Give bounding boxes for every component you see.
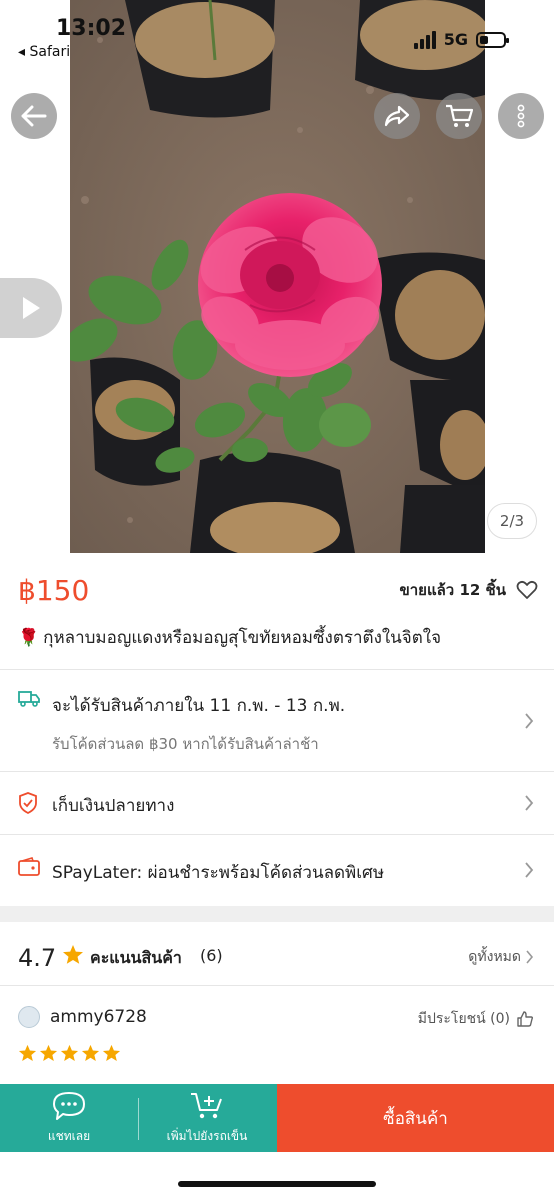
rose-emoji: 🌹: [18, 628, 40, 648]
heart-icon[interactable]: [516, 580, 538, 600]
rose-image: [70, 0, 485, 553]
shield-icon: [19, 792, 37, 814]
paylater-text: SPayLater: ผ่อนชำระพร้อมโค้ดส่วนลดพิเศษ: [52, 863, 385, 883]
late-delivery-voucher: รับโค้ดส่วนลด ฿30 หากได้รับสินค้าล่าช้า: [52, 735, 319, 753]
chat-label: แชทเลย: [47, 1129, 91, 1143]
cod-row[interactable]: เก็บเงินปลายทาง: [0, 772, 554, 834]
cod-text: เก็บเงินปลายทาง: [52, 796, 175, 816]
rating-count: (6): [200, 946, 223, 965]
divider: [0, 985, 554, 986]
network-type: 5G: [443, 30, 468, 49]
star-icon: [39, 1044, 58, 1061]
add-cart-icon: [191, 1093, 222, 1119]
see-all-label: ดูทั้งหมด: [468, 949, 521, 965]
product-title-text: กุหลาบมอญแดงหรือมอญสุโขทัยหอมซึ้งตราตึงใ…: [43, 628, 442, 648]
image-counter: 2/3: [487, 503, 537, 539]
star-icon: [63, 945, 83, 964]
star-icon: [18, 1044, 37, 1061]
cart-icon: [446, 104, 473, 127]
price-row: ฿150 ขายแล้ว 12 ชิ้น: [18, 572, 538, 608]
signal-icon: [413, 30, 436, 49]
more-button[interactable]: [498, 93, 544, 139]
back-button[interactable]: [11, 93, 57, 139]
section-separator: [0, 906, 554, 922]
helpful-button[interactable]: มีประโยชน์ (0): [418, 1008, 534, 1030]
share-button[interactable]: [374, 93, 420, 139]
home-area: [0, 1152, 554, 1200]
secondary-actions: แชทเลย เพิ่มไปยังรถเข็น: [0, 1084, 277, 1152]
chat-icon: [53, 1092, 85, 1120]
add-to-cart-label: เพิ่มไปยังรถเข็น: [166, 1129, 248, 1143]
avatar: [18, 1006, 40, 1028]
star-icon: [60, 1044, 79, 1061]
play-video-button[interactable]: [0, 278, 62, 338]
paylater-row[interactable]: SPayLater: ผ่อนชำระพร้อมโค้ดส่วนลดพิเศษ: [0, 835, 554, 905]
bottom-action-bar: แชทเลย เพิ่มไปยังรถเข็น ซื้อสินค้า: [0, 1084, 554, 1152]
star-icon: [81, 1044, 100, 1061]
home-indicator[interactable]: [178, 1181, 376, 1187]
chevron-right-icon: [525, 795, 534, 811]
share-icon: [384, 105, 410, 127]
see-all-reviews[interactable]: ดูทั้งหมด: [468, 946, 534, 968]
product-photo[interactable]: [70, 0, 485, 553]
product-price: ฿150: [18, 573, 90, 607]
back-arrow-icon: [21, 105, 47, 127]
add-to-cart-button[interactable]: เพิ่มไปยังรถเข็น: [138, 1084, 276, 1152]
back-to-safari[interactable]: ◂ Safari: [18, 44, 70, 60]
battery-icon: [476, 31, 509, 48]
review-author: ammy6728: [18, 1006, 147, 1028]
wallet-icon: [18, 857, 40, 876]
chat-button[interactable]: แชทเลย: [0, 1084, 138, 1152]
buy-now-button[interactable]: ซื้อสินค้า: [277, 1084, 554, 1152]
star-icon: [102, 1044, 121, 1061]
chevron-right-icon: [525, 862, 534, 878]
helpful-count: มีประโยชน์ (0): [417, 1011, 510, 1027]
sold-count: ขายแล้ว 12 ชิ้น: [399, 581, 506, 599]
truck-icon: [18, 691, 40, 707]
divider: [138, 1098, 139, 1140]
rating-label: คะแนนสินค้า: [90, 948, 182, 967]
status-time: 13:02: [56, 16, 127, 41]
product-title: 🌹 กุหลาบมอญแดงหรือมอญสุโขทัยหอมซึ้งตราตึ…: [18, 624, 538, 652]
rating-score: 4.7: [18, 944, 57, 972]
play-icon: [23, 297, 40, 319]
sold-info: ขายแล้ว 12 ชิ้น: [399, 578, 538, 602]
buy-now-label: ซื้อสินค้า: [383, 1108, 448, 1129]
thumbs-up-icon: [517, 1011, 534, 1027]
chevron-right-icon: [525, 713, 534, 729]
product-gallery[interactable]: 13:02 ◂ Safari 5G 2/3: [0, 0, 554, 553]
review-username: ammy6728: [50, 1007, 147, 1027]
cart-button[interactable]: [436, 93, 482, 139]
delivery-estimate: จะได้รับสินค้าภายใน 11 ก.พ. - 13 ก.พ.: [52, 696, 346, 716]
more-icon: [517, 104, 525, 128]
review-stars: [18, 1044, 121, 1062]
status-indicators: 5G: [413, 30, 509, 49]
shipping-row[interactable]: จะได้รับสินค้าภายใน 11 ก.พ. - 13 ก.พ. รั…: [0, 670, 554, 771]
chevron-right-icon: [526, 950, 534, 964]
